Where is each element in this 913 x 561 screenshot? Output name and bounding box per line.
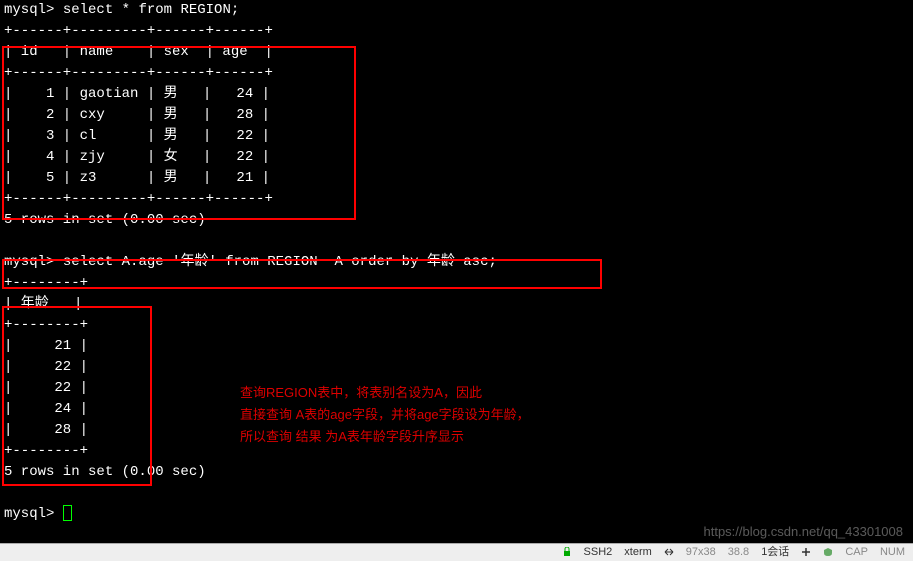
annotation-text: 查询REGION表中，将表别名设为A，因此 直接查询 A表的age字段，并将ag… [240, 382, 530, 448]
blank-line [4, 231, 909, 252]
mysql-prompt: mysql> [4, 2, 54, 18]
highlight-box-table1 [2, 46, 356, 220]
status-bar: SSH2 xterm 97x38 38.8 1会话 CAP NUM [0, 543, 913, 561]
highlight-box-query2 [2, 259, 602, 289]
status-caps: CAP [845, 544, 868, 561]
plus-icon[interactable] [801, 544, 811, 561]
annotation-line3: 所以查询 结果 为A表年龄字段升序显示 [240, 426, 530, 448]
status-conn: SSH2 [584, 544, 613, 561]
status-pos: 38.8 [728, 544, 749, 561]
shield-icon [823, 544, 833, 561]
annotation-line1: 查询REGION表中，将表别名设为A，因此 [240, 382, 530, 404]
query1-text: select * from REGION; [63, 2, 239, 18]
table1-divider-top: +------+---------+------+------+ [4, 21, 909, 42]
prompt-line-1: mysql> select * from REGION; [4, 0, 909, 21]
highlight-box-table2 [2, 306, 152, 486]
status-term: xterm [624, 544, 652, 561]
watermark-text: https://blog.csdn.net/qq_43301008 [704, 522, 904, 542]
status-session: 1会话 [761, 544, 789, 561]
lock-icon [562, 544, 572, 561]
annotation-line2: 直接查询 A表的age字段，并将age字段设为年龄， [240, 404, 530, 426]
mysql-prompt: mysql> [4, 506, 54, 522]
status-num: NUM [880, 544, 905, 561]
status-size: 97x38 [686, 544, 716, 561]
cursor-icon [63, 505, 72, 521]
blank-line [4, 483, 909, 504]
resize-icon [664, 544, 674, 561]
